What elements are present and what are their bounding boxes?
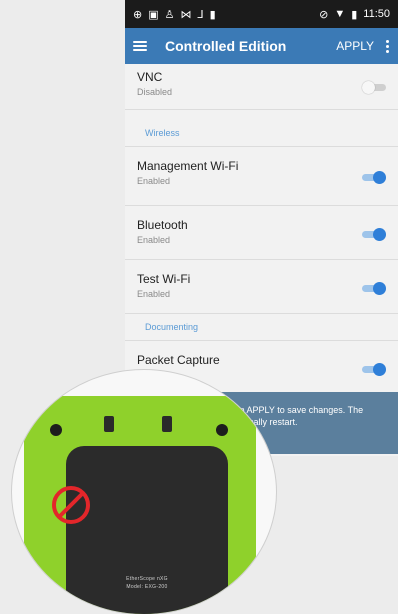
setting-management-wifi[interactable]: Management Wi-Fi Enabled bbox=[125, 146, 398, 206]
storage-icon: ▮ bbox=[209, 8, 216, 21]
device-inset-circle: EtherScope nXG Model: EXG-200 bbox=[12, 370, 276, 614]
setting-label: Test Wi-Fi bbox=[137, 272, 191, 286]
device-model: Model: EXG-200 bbox=[126, 584, 168, 590]
no-sim-icon: ⊘ bbox=[319, 8, 329, 21]
management-wifi-toggle[interactable] bbox=[362, 171, 386, 184]
test-wifi-toggle[interactable] bbox=[362, 282, 386, 295]
device-name: EtherScope nXG bbox=[126, 576, 168, 582]
clock: 11:50 bbox=[363, 8, 390, 20]
bluetooth-toggle[interactable] bbox=[362, 228, 386, 241]
signal-off-icon: ⋈ bbox=[180, 8, 192, 21]
prohibited-icon bbox=[52, 486, 90, 524]
vnc-toggle[interactable] bbox=[362, 81, 386, 94]
setting-status: Disabled bbox=[137, 87, 173, 97]
vent bbox=[162, 416, 172, 432]
section-header-documenting: Documenting bbox=[145, 322, 199, 332]
monitor-icon: ▣ bbox=[148, 8, 159, 21]
overflow-menu-icon[interactable] bbox=[386, 39, 390, 53]
menu-icon[interactable] bbox=[133, 41, 147, 51]
status-icons-left: ⊕ ▣ ♙ ⋈ ⅃ ▮ bbox=[133, 8, 216, 21]
setting-label: VNC bbox=[137, 70, 163, 84]
setting-label: Bluetooth bbox=[137, 218, 188, 232]
packet-capture-toggle[interactable] bbox=[362, 363, 386, 376]
network-icon: ♙ bbox=[164, 8, 175, 21]
vent bbox=[104, 416, 114, 432]
setting-label: Packet Capture bbox=[137, 353, 220, 367]
setting-bluetooth[interactable]: Bluetooth Enabled bbox=[125, 206, 398, 260]
wifi-icon: ▼ bbox=[334, 8, 346, 20]
setting-label: Management Wi-Fi bbox=[137, 159, 239, 173]
screw-icon bbox=[50, 424, 62, 436]
setting-vnc[interactable]: VNC Disabled bbox=[125, 64, 398, 110]
setting-test-wifi[interactable]: Test Wi-Fi Enabled bbox=[125, 260, 398, 314]
screw-icon bbox=[216, 424, 228, 436]
section-header-wireless: Wireless bbox=[145, 128, 180, 138]
setting-status: Enabled bbox=[137, 235, 171, 245]
notification-icon: ⊕ bbox=[133, 8, 143, 21]
device-back-panel: EtherScope nXG Model: EXG-200 bbox=[66, 446, 228, 614]
apply-button[interactable]: APPLY bbox=[336, 39, 374, 53]
setting-status: Enabled bbox=[137, 176, 171, 186]
vnc-icon: ⅃ bbox=[197, 8, 204, 21]
app-bar: Controlled Edition APPLY bbox=[125, 28, 398, 64]
page-title: Controlled Edition bbox=[165, 38, 287, 54]
battery-icon: ▮ bbox=[351, 8, 358, 21]
status-bar: ⊕ ▣ ♙ ⋈ ⅃ ▮ ⊘ ▼ ▮ 11:50 bbox=[125, 0, 398, 28]
status-icons-right: ⊘ ▼ ▮ 11:50 bbox=[319, 8, 390, 21]
setting-status: Enabled bbox=[137, 289, 171, 299]
